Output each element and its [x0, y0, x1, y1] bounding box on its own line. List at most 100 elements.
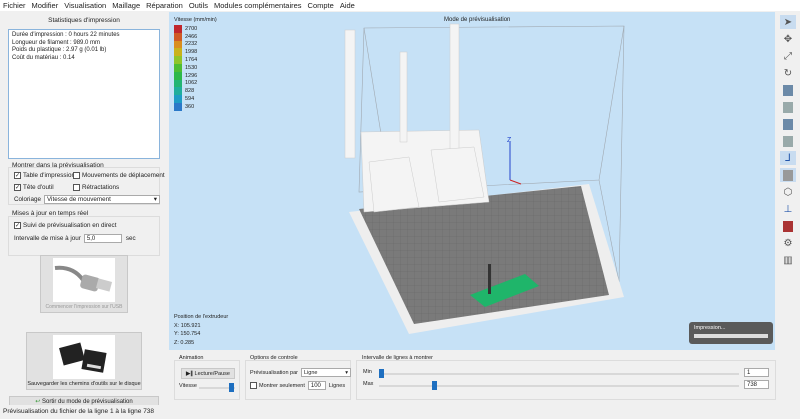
legend-swatch	[174, 102, 182, 111]
label: Table d'impression	[23, 172, 75, 179]
print-progress-popup: Impression...	[689, 322, 773, 344]
checkbox-tool[interactable]: ✓ Tête d'outil	[14, 184, 54, 191]
legend-item: 2466	[174, 32, 217, 41]
menu-fichier[interactable]: Fichier	[3, 1, 26, 10]
legend-item: 360	[174, 102, 217, 111]
status-bar: Prévisualisation du fichier de la ligne …	[0, 405, 800, 419]
stat-cost: Coût du matériau : 0.14	[12, 54, 75, 61]
usb-print-button[interactable]: Commencer l'impression sur l'USB	[40, 255, 128, 313]
chevron-down-icon: ▾	[153, 196, 157, 203]
legend-value: 1998	[185, 49, 198, 56]
max-input[interactable]: 738	[744, 380, 769, 389]
show-only-input[interactable]: 100	[307, 381, 326, 390]
view-top-icon[interactable]	[780, 117, 796, 131]
extruder-x: X: 105.921	[174, 322, 201, 329]
menu-reparation[interactable]: Réparation	[146, 1, 183, 10]
label: Mouvements de déplacement	[82, 172, 165, 179]
settings-gear-icon[interactable]: ⚙	[780, 236, 796, 250]
left-panel: Statistiques d'impression Durée d'impres…	[0, 12, 168, 408]
stat-duration: Durée d'impression : 0 hours 22 minutes	[12, 32, 120, 38]
extruder-z: Z: 0.285	[174, 339, 195, 346]
view-side-icon[interactable]	[780, 134, 796, 148]
rotate-icon[interactable]: ↻	[780, 66, 796, 80]
bottom-panel: Animation ▶∥ Lecture/Pause Vitesse Optio…	[169, 350, 800, 405]
legend-value: 594	[185, 96, 195, 103]
checkbox-retract[interactable]: Rétractations	[73, 184, 119, 191]
scale-icon[interactable]: ⤢	[780, 49, 796, 63]
legend-item: 1530	[174, 63, 217, 72]
axis-icon[interactable]: ⅃	[780, 151, 796, 165]
stats-title: Statistiques d'impression	[48, 17, 120, 24]
menu-modules[interactable]: Modules complémentaires	[214, 1, 302, 10]
menu-visualisation[interactable]: Visualisation	[64, 1, 106, 10]
view-iso-icon[interactable]	[780, 83, 796, 97]
legend-item: 1062	[174, 79, 217, 88]
range-group	[356, 360, 776, 400]
extruder-position: Position de l'extrudeur X: 105.921 Y: 15…	[174, 313, 228, 347]
legend-value: 360	[185, 103, 195, 110]
speed-thumb[interactable]	[229, 383, 234, 392]
min-label: Min	[363, 369, 372, 375]
min-slider[interactable]	[379, 369, 739, 378]
min-input[interactable]: 1	[744, 368, 769, 377]
interval-label: Intervalle de mise à jour	[14, 235, 81, 242]
menu-compte[interactable]: Compte	[308, 1, 334, 10]
coloring-select[interactable]: Vitesse de mouvement ▾	[43, 195, 160, 204]
menu-bar: Fichier Modifier Visualisation Maillage …	[0, 0, 800, 11]
layers-icon[interactable]: ▥	[780, 253, 796, 267]
wireframe-icon[interactable]: ⬡	[780, 185, 796, 199]
play-pause-icon: ▶∥	[186, 371, 193, 377]
menu-modifier[interactable]: Modifier	[32, 1, 59, 10]
legend-value: 1764	[185, 57, 198, 64]
select-icon[interactable]: ➤	[780, 15, 796, 29]
legend-swatch	[174, 56, 182, 64]
legend-swatch	[174, 95, 182, 103]
preview-by-select[interactable]: Ligne ▾	[301, 368, 351, 377]
cross-section-icon[interactable]	[780, 219, 796, 233]
right-toolbar: ➤ ✥ ⤢ ↻ ⅃ ⬡ ⊥ ⚙ ▥	[776, 12, 800, 350]
play-pause-button[interactable]: ▶∥ Lecture/Pause	[181, 368, 235, 379]
legend-item: 828	[174, 87, 217, 96]
stats-box: Durée d'impression : 0 hours 22 minutes …	[8, 29, 160, 159]
stat-weight: Poids du plastique : 2.97 g (0.01 lb)	[12, 47, 107, 53]
move-icon[interactable]: ✥	[780, 32, 796, 46]
lines-label: Lignes	[328, 382, 346, 389]
origin-icon[interactable]: ⊥	[780, 202, 796, 216]
min-thumb[interactable]	[379, 369, 384, 378]
checkbox-moves[interactable]: Mouvements de déplacement	[73, 172, 165, 179]
menu-outils[interactable]: Outils	[189, 1, 208, 10]
interval-row: Intervalle de mise à jour 5,0 sec	[14, 234, 136, 243]
legend-item: 2700	[174, 25, 217, 33]
legend-swatch	[174, 48, 182, 57]
coloring-value: Vitesse de mouvement	[46, 196, 111, 203]
axis-z-label: Z	[507, 137, 512, 144]
solid-view-icon[interactable]	[780, 168, 796, 182]
sd-card-icon	[53, 335, 115, 379]
view-front-icon[interactable]	[780, 100, 796, 114]
max-slider[interactable]	[379, 381, 739, 390]
speed-label: Vitesse	[179, 383, 197, 389]
interval-input[interactable]: 5,0	[83, 234, 122, 243]
menu-aide[interactable]: Aide	[340, 1, 355, 10]
max-thumb[interactable]	[432, 381, 437, 390]
label: Rétractations	[82, 184, 120, 191]
legend-value: 2232	[185, 41, 198, 48]
printed-part	[344, 23, 490, 213]
menu-maillage[interactable]: Maillage	[112, 1, 140, 10]
legend-value: 828	[185, 88, 195, 95]
mode-label: Mode de prévisualisation	[444, 17, 511, 23]
legend-swatch	[174, 63, 182, 72]
show-only-checkbox[interactable]	[250, 382, 257, 389]
speed-slider[interactable]	[199, 383, 235, 392]
preview-by-label: Prévisualisation par	[250, 369, 298, 376]
range-title: Intervalle de lignes à montrer	[362, 355, 433, 361]
3d-viewport[interactable]: Z Mode de prévisualisation Vitesse (mm/m…	[169, 12, 775, 350]
chevron-down-icon: ▾	[345, 369, 348, 376]
legend-title: Vitesse (mm/min)	[174, 17, 217, 23]
control-group	[245, 360, 351, 400]
save-toolpath-button[interactable]: Sauvegarder les chemins d'outils sur le …	[26, 332, 142, 390]
tool-head	[488, 264, 491, 294]
checkbox-table[interactable]: ✓ Table d'impression	[14, 172, 75, 179]
legend-swatch	[174, 32, 182, 41]
checkbox-follow[interactable]: ✓ Suivi de prévisualisation en direct	[14, 222, 116, 229]
